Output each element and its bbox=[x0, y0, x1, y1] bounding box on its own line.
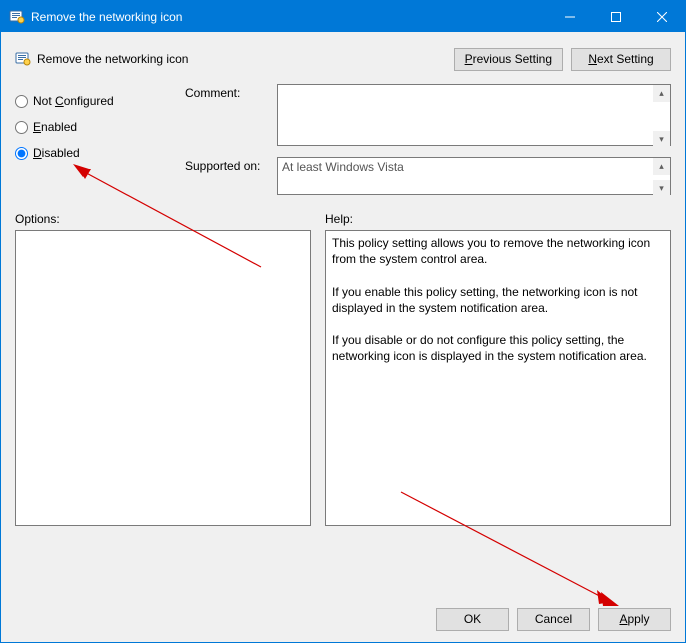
not-configured-label[interactable]: Not Configured bbox=[33, 94, 114, 108]
panes: This policy setting allows you to remove… bbox=[15, 230, 671, 526]
maximize-button[interactable] bbox=[593, 1, 639, 32]
supported-on-text bbox=[277, 157, 671, 195]
minimize-button[interactable] bbox=[547, 1, 593, 32]
pane-labels: Options: Help: bbox=[15, 212, 671, 226]
state-radio-group: Not Configured Enabled Disabled bbox=[15, 88, 175, 166]
header-row: Remove the networking icon Previous Sett… bbox=[15, 42, 671, 76]
scroll-up-icon[interactable]: ▴ bbox=[653, 85, 670, 102]
apply-button[interactable]: Apply bbox=[598, 608, 671, 631]
scroll-down-icon[interactable]: ▾ bbox=[653, 180, 670, 197]
policy-dialog-window: Remove the networking icon Remove the ne… bbox=[0, 0, 686, 643]
dialog-footer: OK Cancel Apply bbox=[1, 596, 685, 642]
not-configured-radio[interactable] bbox=[15, 95, 28, 108]
disabled-label[interactable]: Disabled bbox=[33, 146, 80, 160]
cancel-button[interactable]: Cancel bbox=[517, 608, 590, 631]
ok-button[interactable]: OK bbox=[436, 608, 509, 631]
dialog-content: Remove the networking icon Previous Sett… bbox=[1, 32, 685, 596]
help-label: Help: bbox=[325, 212, 353, 226]
options-label: Options: bbox=[15, 212, 311, 226]
previous-setting-button[interactable]: Previous Setting bbox=[454, 48, 563, 71]
policy-icon bbox=[15, 51, 31, 67]
supported-on-label: Supported on: bbox=[185, 157, 277, 198]
policy-icon bbox=[9, 9, 25, 25]
window-title: Remove the networking icon bbox=[31, 10, 547, 24]
comment-label: Comment: bbox=[185, 84, 277, 149]
window-controls bbox=[547, 1, 685, 32]
policy-title: Remove the networking icon bbox=[37, 52, 454, 66]
help-pane: This policy setting allows you to remove… bbox=[325, 230, 671, 526]
enabled-radio[interactable] bbox=[15, 121, 28, 134]
scroll-up-icon[interactable]: ▴ bbox=[653, 158, 670, 175]
enabled-label[interactable]: Enabled bbox=[33, 120, 77, 134]
settings-area: Not Configured Enabled Disabled Comment: bbox=[15, 76, 671, 206]
next-setting-button[interactable]: Next Setting bbox=[571, 48, 671, 71]
supported-scrollbar[interactable]: ▴ ▾ bbox=[653, 158, 670, 197]
options-pane bbox=[15, 230, 311, 526]
comment-scrollbar[interactable]: ▴ ▾ bbox=[653, 85, 670, 148]
titlebar: Remove the networking icon bbox=[1, 1, 685, 32]
scroll-down-icon[interactable]: ▾ bbox=[653, 131, 670, 148]
comment-textarea[interactable] bbox=[277, 84, 671, 146]
disabled-radio[interactable] bbox=[15, 147, 28, 160]
close-button[interactable] bbox=[639, 1, 685, 32]
